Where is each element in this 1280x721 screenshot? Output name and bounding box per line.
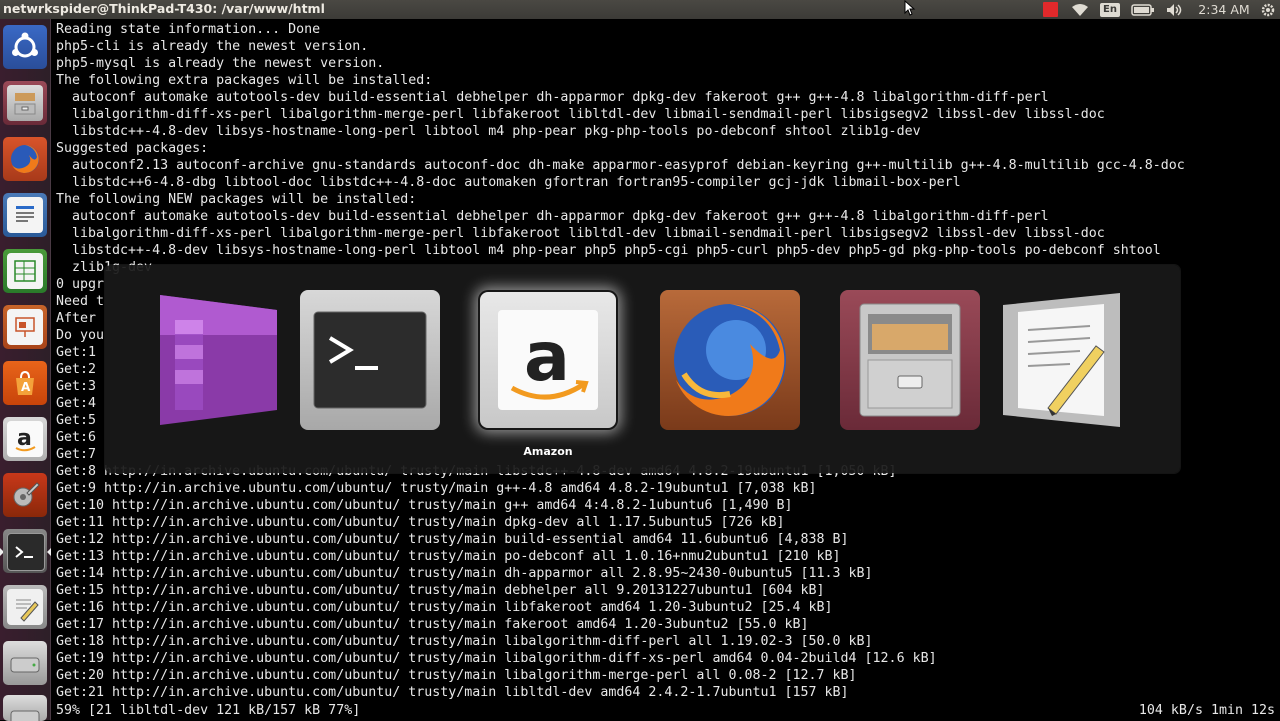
svg-text:a: a <box>17 426 32 451</box>
firefox-launcher-button[interactable] <box>3 137 47 181</box>
impress-icon <box>7 309 43 345</box>
settings-wrench-icon <box>7 477 43 513</box>
terminal-line: libstdc++-4.8-dev libsys-hostname-long-p… <box>56 243 1161 258</box>
red-square-icon[interactable] <box>1041 0 1059 19</box>
terminal-line: Get:9 http://in.archive.ubuntu.com/ubunt… <box>56 481 817 496</box>
terminal-line: libalgorithm-diff-xs-perl libalgorithm-m… <box>56 226 1105 241</box>
switcher-terminal[interactable] <box>300 290 440 430</box>
switcher-text-editor[interactable] <box>1000 290 1140 430</box>
drive-2-icon <box>7 699 43 721</box>
top-panel: netwrkspider@ThinkPad-T430: /var/www/htm… <box>0 0 1280 19</box>
terminal-line: autoconf2.13 autoconf-archive gnu-standa… <box>56 158 1185 173</box>
calc-icon <box>7 253 43 289</box>
amazon-launcher-button[interactable]: a <box>3 417 47 461</box>
terminal-line: Get:10 http://in.archive.ubuntu.com/ubun… <box>56 498 793 513</box>
power-gear-icon[interactable] <box>1258 0 1278 19</box>
terminal-line: The following NEW packages will be insta… <box>56 192 417 207</box>
terminal-line: Get:12 http://in.archive.ubuntu.com/ubun… <box>56 532 849 547</box>
file-cabinet-icon <box>7 85 43 121</box>
terminal-line: libalgorithm-diff-xs-perl libalgorithm-m… <box>56 107 1105 122</box>
terminal-line: php5-cli is already the newest version. <box>56 39 369 54</box>
files-launcher-button[interactable] <box>3 81 47 125</box>
switcher-firefox[interactable] <box>660 290 800 430</box>
svg-text:A: A <box>21 380 31 394</box>
terminal-line: Reading state information... Done <box>56 22 321 37</box>
text-editor-icon <box>1003 293 1120 427</box>
drive-icon <box>7 645 43 681</box>
terminal-line: Get:21 http://in.archive.ubuntu.com/ubun… <box>56 685 849 700</box>
download-progress: 59% [21 libltdl-dev 121 kB/157 kB 77%] <box>56 703 361 718</box>
terminal-line: Get:11 http://in.archive.ubuntu.com/ubun… <box>56 515 785 530</box>
calc-launcher-button[interactable] <box>3 249 47 293</box>
battery-icon[interactable] <box>1129 0 1157 19</box>
firefox-icon <box>674 304 786 416</box>
app-switcher: a Amazon <box>105 265 1180 473</box>
terminal-icon <box>7 533 45 571</box>
download-speed: 104 kB/s 1min 12s <box>1138 703 1275 718</box>
amazon-icon: a <box>498 310 598 410</box>
volume-icon[interactable] <box>1163 0 1187 19</box>
terminal-line: autoconf automake autotools-dev build-es… <box>56 90 1049 105</box>
ubuntu-logo-icon <box>7 29 43 65</box>
terminal-line: Get:16 http://in.archive.ubuntu.com/ubun… <box>56 600 833 615</box>
keyboard-layout-indicator[interactable]: En <box>1099 0 1121 19</box>
terminal-launcher-button[interactable] <box>3 529 47 573</box>
terminal-line: libstdc++6-4.8-dbg libtool-doc libstdc++… <box>56 175 961 190</box>
terminal-line: Get:20 http://in.archive.ubuntu.com/ubun… <box>56 668 857 683</box>
clock[interactable]: 2:34 AM <box>1194 0 1254 19</box>
switcher-files[interactable] <box>840 290 980 430</box>
workspace-switcher-icon <box>160 295 277 425</box>
writer-launcher-button[interactable] <box>3 193 47 237</box>
launcher: A a <box>0 19 51 721</box>
system-settings-button[interactable] <box>3 473 47 517</box>
dash-home-button[interactable] <box>3 25 47 69</box>
software-center-button[interactable]: A <box>3 361 47 405</box>
text-editor-launcher-button[interactable] <box>3 585 47 629</box>
terminal-line: php5-mysql is already the newest version… <box>56 56 385 71</box>
svg-text:a: a <box>524 318 570 397</box>
amazon-icon: a <box>7 421 43 457</box>
terminal-line: Get:19 http://in.archive.ubuntu.com/ubun… <box>56 651 937 666</box>
terminal-line: Get:15 http://in.archive.ubuntu.com/ubun… <box>56 583 825 598</box>
text-editor-icon <box>7 589 43 625</box>
file-cabinet-icon <box>859 303 961 417</box>
terminal-line: Get:13 http://in.archive.ubuntu.com/ubun… <box>56 549 841 564</box>
terminal-line: libstdc++-4.8-dev libsys-hostname-long-p… <box>56 124 921 139</box>
terminal-line: autoconf automake autotools-dev build-es… <box>56 209 1049 224</box>
switcher-selected-label: Amazon <box>523 445 573 458</box>
terminal-line: Get:14 http://in.archive.ubuntu.com/ubun… <box>56 566 873 581</box>
terminal-line: Suggested packages: <box>56 141 209 156</box>
switcher-workspace[interactable] <box>157 290 297 430</box>
mouse-cursor-icon <box>904 0 916 20</box>
terminal-icon <box>313 311 427 409</box>
terminal-line: Get:17 http://in.archive.ubuntu.com/ubun… <box>56 617 809 632</box>
terminal-line: The following extra packages will be ins… <box>56 73 433 88</box>
impress-launcher-button[interactable] <box>3 305 47 349</box>
switcher-amazon[interactable]: a <box>480 292 616 428</box>
window-title: netwrkspider@ThinkPad-T430: /var/www/htm… <box>3 1 325 16</box>
shopping-bag-icon: A <box>7 365 43 401</box>
wifi-icon[interactable] <box>1069 0 1091 19</box>
drive-launcher-button[interactable] <box>3 641 47 685</box>
terminal-line: Get:18 http://in.archive.ubuntu.com/ubun… <box>56 634 873 649</box>
firefox-icon <box>7 141 43 177</box>
writer-icon <box>7 197 43 233</box>
drive-2-launcher-button[interactable] <box>3 695 47 721</box>
